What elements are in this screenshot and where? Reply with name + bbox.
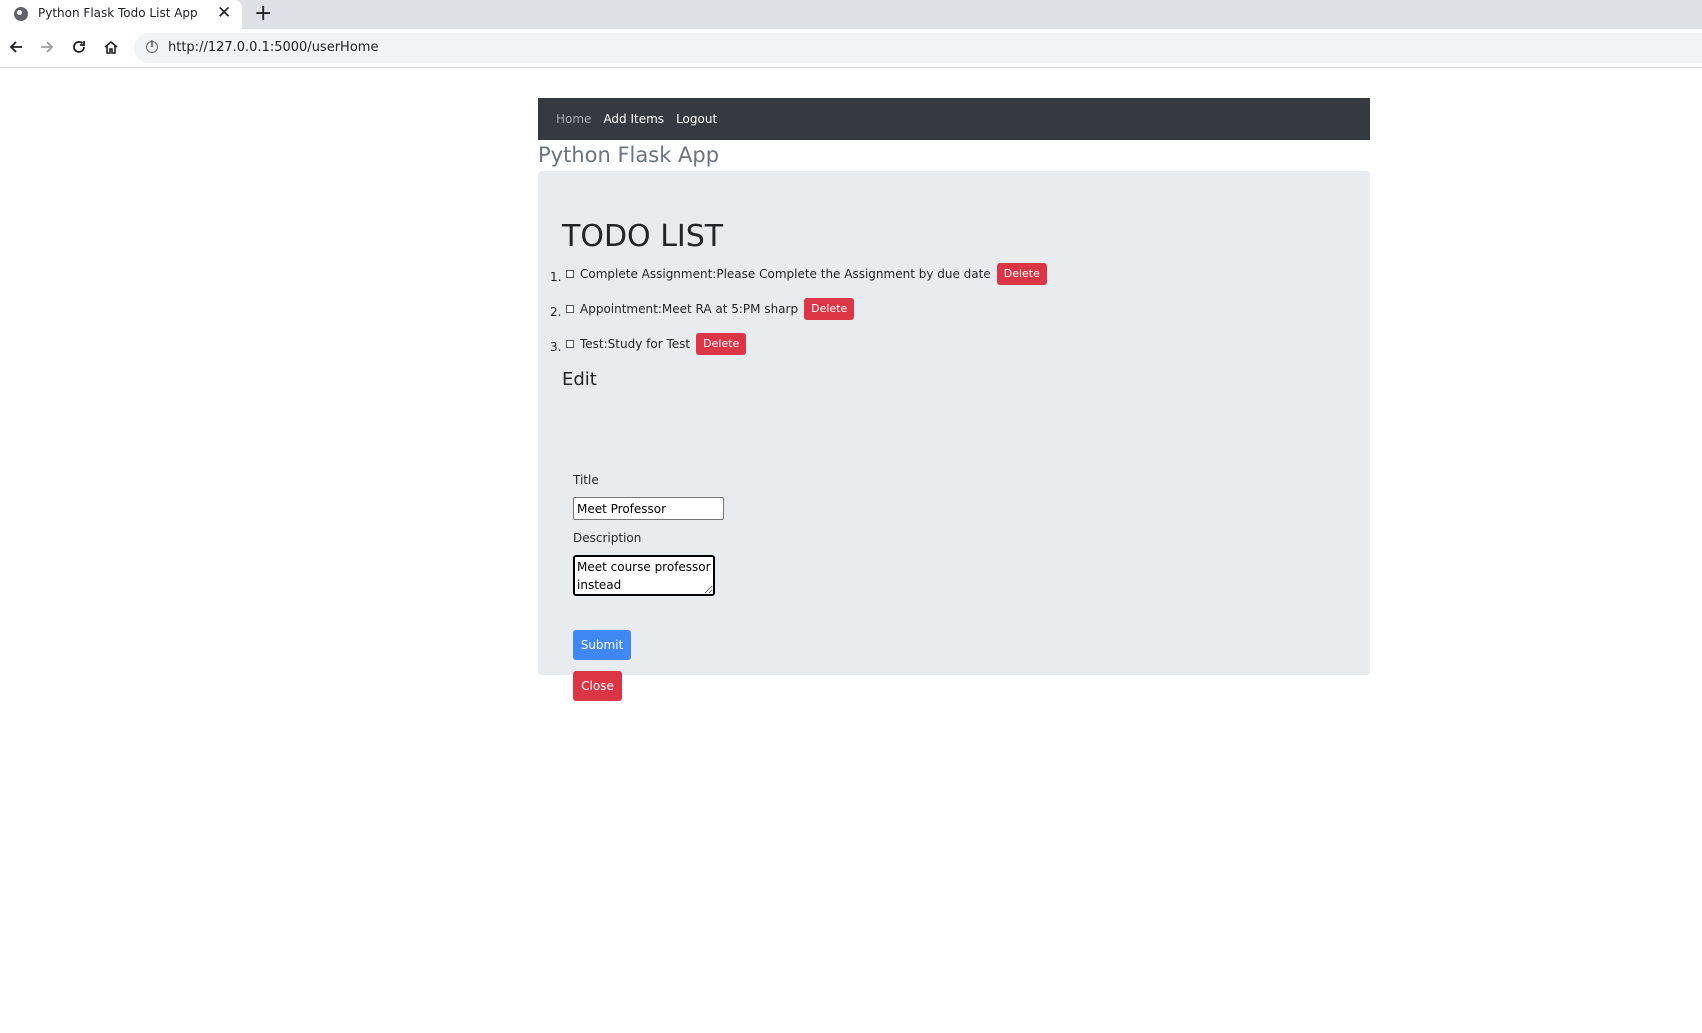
app-title: Python Flask App — [538, 143, 720, 167]
list-item: 1. Complete Assignment:Please Complete t… — [550, 259, 1047, 294]
title-label: Title — [573, 473, 599, 487]
browser-toolbar: http://127.0.0.1:5000/userHome — [0, 29, 1702, 68]
item-number: 2. — [550, 304, 562, 319]
browser-tabstrip: Python Flask Todo List App ✕ + — [0, 0, 1702, 29]
item-checkbox[interactable] — [566, 269, 574, 278]
forward-icon[interactable] — [36, 36, 58, 58]
address-bar[interactable]: http://127.0.0.1:5000/userHome — [134, 33, 1702, 63]
home-icon[interactable] — [100, 36, 122, 58]
item-text: Appointment:Meet RA at 5:PM sharp — [580, 301, 799, 316]
close-tab-icon[interactable]: ✕ — [217, 3, 231, 23]
list-item: 3. Test:Study for Test Delete — [550, 329, 1047, 364]
item-text: Complete Assignment:Please Complete the … — [580, 266, 991, 281]
tab-title: Python Flask Todo List App — [38, 6, 198, 20]
close-button[interactable]: Close — [573, 671, 622, 701]
reload-icon[interactable] — [68, 36, 90, 58]
info-icon[interactable] — [146, 40, 158, 53]
description-input[interactable]: Meet course professor instead — [573, 555, 715, 596]
url-text[interactable]: http://127.0.0.1:5000/userHome — [168, 40, 378, 55]
back-icon[interactable] — [5, 36, 27, 58]
nav-add-items[interactable]: Add Items — [603, 112, 664, 126]
nav-logout[interactable]: Logout — [676, 112, 717, 126]
new-tab-icon[interactable]: + — [254, 1, 272, 27]
delete-button[interactable]: Delete — [996, 262, 1047, 285]
item-checkbox[interactable] — [566, 339, 574, 348]
nav-home[interactable]: Home — [556, 112, 591, 126]
page-container: Home Add Items Logout Python Flask App T… — [538, 98, 1370, 701]
description-label: Description — [573, 531, 642, 545]
submit-button[interactable]: Submit — [573, 630, 631, 660]
delete-button[interactable]: Delete — [696, 332, 747, 355]
browser-tab[interactable]: Python Flask Todo List App ✕ — [0, 0, 242, 29]
todo-list: 1. Complete Assignment:Please Complete t… — [550, 259, 1047, 364]
item-checkbox[interactable] — [566, 304, 574, 313]
list-item: 2. Appointment:Meet RA at 5:PM sharp Del… — [550, 294, 1047, 329]
navbar: Home Add Items Logout — [538, 98, 1370, 140]
todo-heading: TODO LIST — [562, 219, 724, 254]
globe-icon — [14, 7, 28, 21]
todo-panel: TODO LIST 1. Complete Assignment:Please … — [538, 171, 1370, 701]
item-number: 3. — [550, 339, 562, 354]
edit-heading: Edit — [562, 369, 597, 390]
title-input[interactable] — [573, 497, 724, 520]
item-text: Test:Study for Test — [580, 336, 691, 351]
delete-button[interactable]: Delete — [804, 297, 855, 320]
item-number: 1. — [550, 269, 562, 284]
